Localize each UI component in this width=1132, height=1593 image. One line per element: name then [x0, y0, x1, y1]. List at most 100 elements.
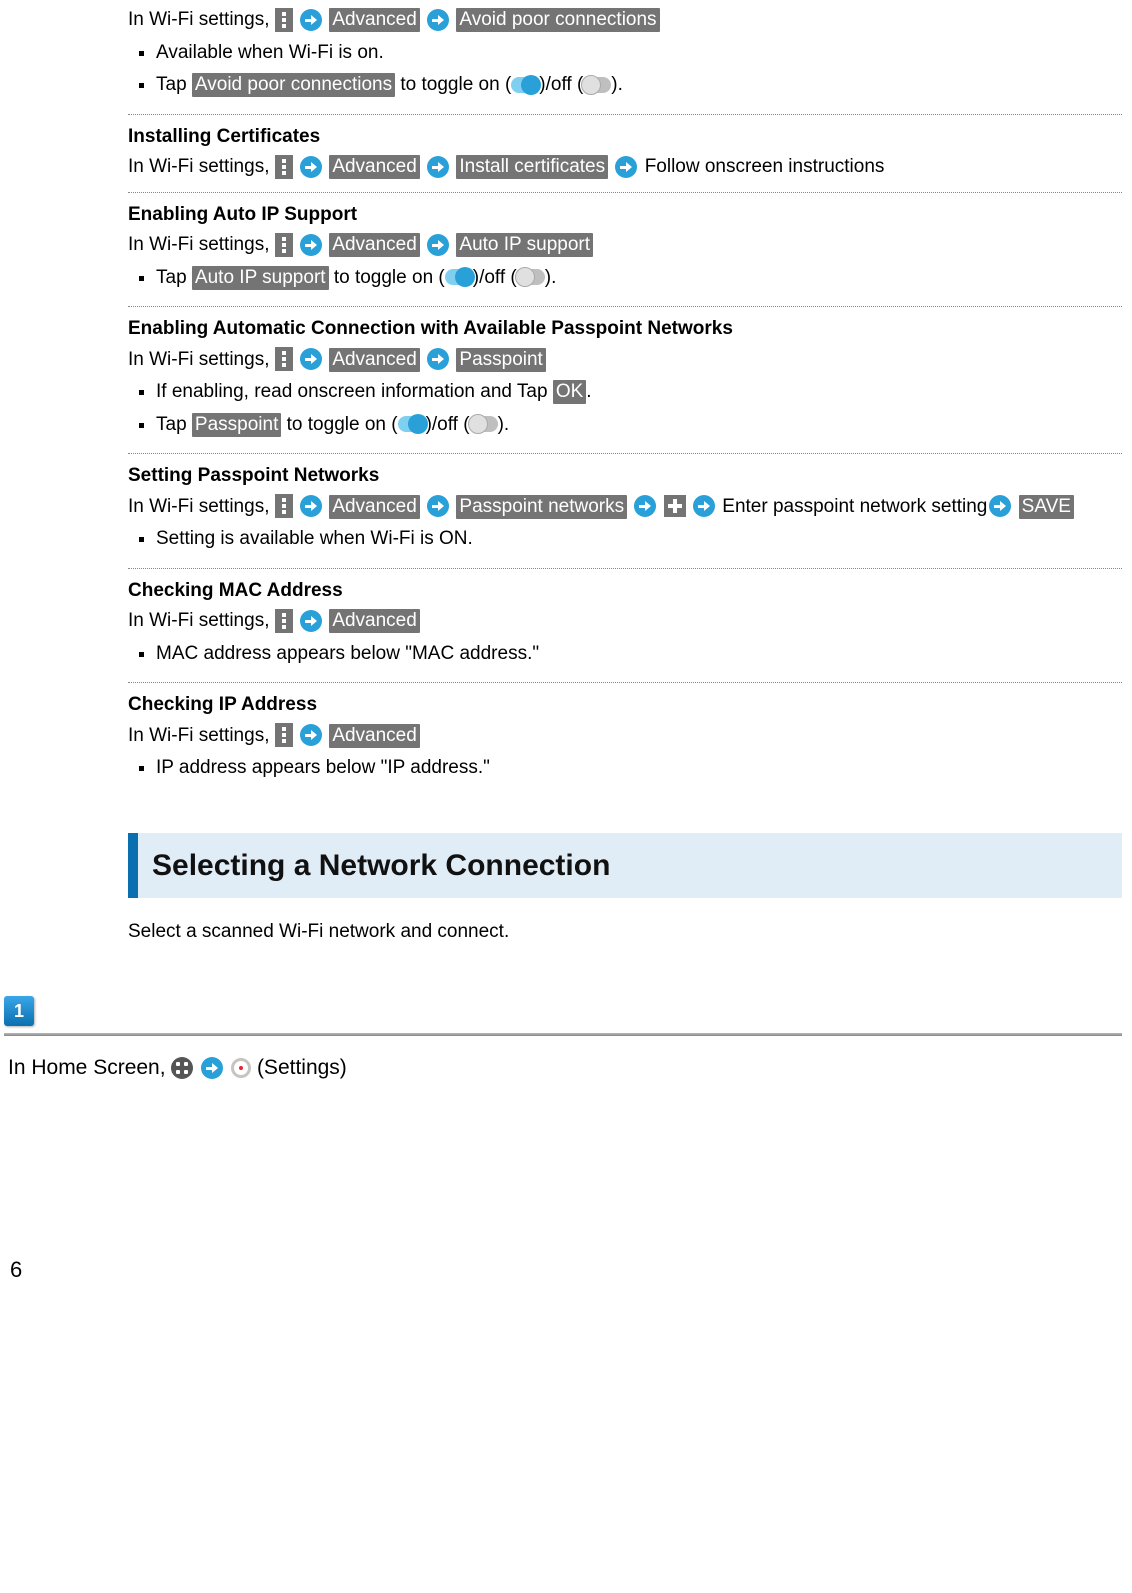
arrow-right-icon: [427, 495, 449, 517]
arrow-right-icon: [300, 348, 322, 370]
chip-advanced: Advanced: [329, 495, 420, 519]
nav-path: In Wi-Fi settings, Advanced Install cert…: [128, 153, 1122, 182]
intro-text: Select a scanned Wi-Fi network and conne…: [128, 918, 1122, 947]
arrow-right-icon: [427, 348, 449, 370]
chip-advanced: Advanced: [329, 233, 420, 257]
arrow-right-icon: [693, 495, 715, 517]
text: In Wi-Fi settings,: [128, 496, 275, 517]
arrow-right-icon: [427, 9, 449, 31]
text: Tap: [156, 267, 192, 288]
arrow-right-icon: [427, 156, 449, 178]
step-divider: [4, 1033, 1122, 1036]
chip: Avoid poor connections: [192, 73, 395, 97]
chip-advanced: Advanced: [329, 609, 420, 633]
menu-icon: [275, 723, 293, 747]
section-mac-address: Checking MAC Address In Wi-Fi settings, …: [128, 568, 1122, 679]
chip-advanced: Advanced: [329, 724, 420, 748]
section-passpoint-enable: Enabling Automatic Connection with Avail…: [128, 306, 1122, 449]
chip-ok: OK: [553, 380, 586, 404]
text: ).: [611, 74, 623, 95]
menu-icon: [275, 8, 293, 32]
nav-path: In Wi-Fi settings, Advanced Avoid poor c…: [128, 6, 1122, 35]
text: to toggle on (: [281, 414, 397, 435]
menu-icon: [275, 155, 293, 179]
step-block: 1 In Home Screen, (Settings): [4, 996, 1122, 1083]
arrow-right-icon: [300, 9, 322, 31]
chip-install-certs: Install certificates: [456, 155, 608, 179]
text: to toggle on (: [329, 267, 445, 288]
bullet-list: MAC address appears below "MAC address.": [128, 640, 1122, 669]
toggle-off-icon: [470, 416, 498, 432]
chip: Passpoint: [192, 413, 281, 437]
chip-advanced: Advanced: [329, 8, 420, 32]
section-title: Enabling Automatic Connection with Avail…: [128, 315, 1122, 344]
settings-gear-icon: [231, 1058, 251, 1078]
text: ).: [498, 414, 510, 435]
nav-path: In Wi-Fi settings, Advanced: [128, 607, 1122, 636]
chip-passpoint-networks: Passpoint networks: [456, 495, 627, 519]
text: Tap: [156, 74, 192, 95]
text: In Wi-Fi settings,: [128, 725, 275, 746]
text: ).: [545, 267, 557, 288]
section-avoid-poor-connections: In Wi-Fi settings, Advanced Avoid poor c…: [128, 0, 1122, 110]
section-ip-address: Checking IP Address In Wi-Fi settings, A…: [128, 682, 1122, 793]
arrow-right-icon: [634, 495, 656, 517]
list-item: IP address appears below "IP address.": [156, 754, 1122, 783]
arrow-right-icon: [300, 724, 322, 746]
chip-advanced: Advanced: [329, 348, 420, 372]
section-title: Checking IP Address: [128, 691, 1122, 720]
section-auto-ip: Enabling Auto IP Support In Wi-Fi settin…: [128, 192, 1122, 303]
text: Follow onscreen instructions: [645, 156, 885, 177]
page-number: 6: [10, 1253, 1132, 1286]
menu-icon: [275, 233, 293, 257]
toggle-off-icon: [517, 269, 545, 285]
text: In Wi-Fi settings,: [128, 156, 275, 177]
chip-save: SAVE: [1019, 495, 1074, 519]
nav-path: In Wi-Fi settings, Advanced: [128, 722, 1122, 751]
arrow-right-icon: [989, 495, 1011, 517]
bullet-list: Available when Wi-Fi is on. Tap Avoid po…: [128, 39, 1122, 100]
chip-passpoint: Passpoint: [456, 348, 545, 372]
arrow-right-icon: [300, 610, 322, 632]
plus-icon: [664, 495, 686, 517]
toggle-on-icon: [511, 77, 539, 93]
section-installing-certificates: Installing Certificates In Wi-Fi setting…: [128, 114, 1122, 188]
step-number-badge: 1: [4, 996, 34, 1026]
section-title: Setting Passpoint Networks: [128, 462, 1122, 491]
toggle-on-icon: [398, 416, 426, 432]
list-item: Tap Avoid poor connections to toggle on …: [156, 71, 1122, 100]
arrow-right-icon: [615, 156, 637, 178]
list-item: If enabling, read onscreen information a…: [156, 378, 1122, 407]
section-title: Checking MAC Address: [128, 577, 1122, 606]
text: In Wi-Fi settings,: [128, 9, 275, 30]
arrow-right-icon: [300, 234, 322, 256]
list-item: Tap Auto IP support to toggle on ( )/off …: [156, 264, 1122, 293]
bullet-list: If enabling, read onscreen information a…: [128, 378, 1122, 439]
text: )/off (: [539, 74, 583, 95]
list-item: Available when Wi-Fi is on.: [156, 39, 1122, 68]
toggle-off-icon: [583, 77, 611, 93]
arrow-right-icon: [300, 156, 322, 178]
text: Tap: [156, 414, 192, 435]
text: .: [586, 381, 591, 402]
menu-icon: [275, 609, 293, 633]
text: to toggle on (: [395, 74, 511, 95]
list-item: Tap Passpoint to toggle on ()/off ().: [156, 411, 1122, 440]
text: In Home Screen,: [8, 1056, 171, 1079]
step-instruction: In Home Screen, (Settings): [8, 1052, 1122, 1084]
text: Enter passpoint network setting: [722, 496, 987, 517]
chip-advanced: Advanced: [329, 155, 420, 179]
toggle-on-icon: [445, 269, 473, 285]
section-title: Installing Certificates: [128, 123, 1122, 152]
arrow-right-icon: [201, 1057, 223, 1079]
text: )/off (: [473, 267, 517, 288]
arrow-right-icon: [300, 495, 322, 517]
text: In Wi-Fi settings,: [128, 610, 275, 631]
nav-path: In Wi-Fi settings, Advanced Passpoint ne…: [128, 493, 1122, 522]
text: In Wi-Fi settings,: [128, 234, 275, 255]
chip-auto-ip: Auto IP support: [456, 233, 593, 257]
arrow-right-icon: [427, 234, 449, 256]
apps-icon: [171, 1057, 193, 1079]
text: If enabling, read onscreen information a…: [156, 381, 553, 402]
chip: Auto IP support: [192, 266, 329, 290]
